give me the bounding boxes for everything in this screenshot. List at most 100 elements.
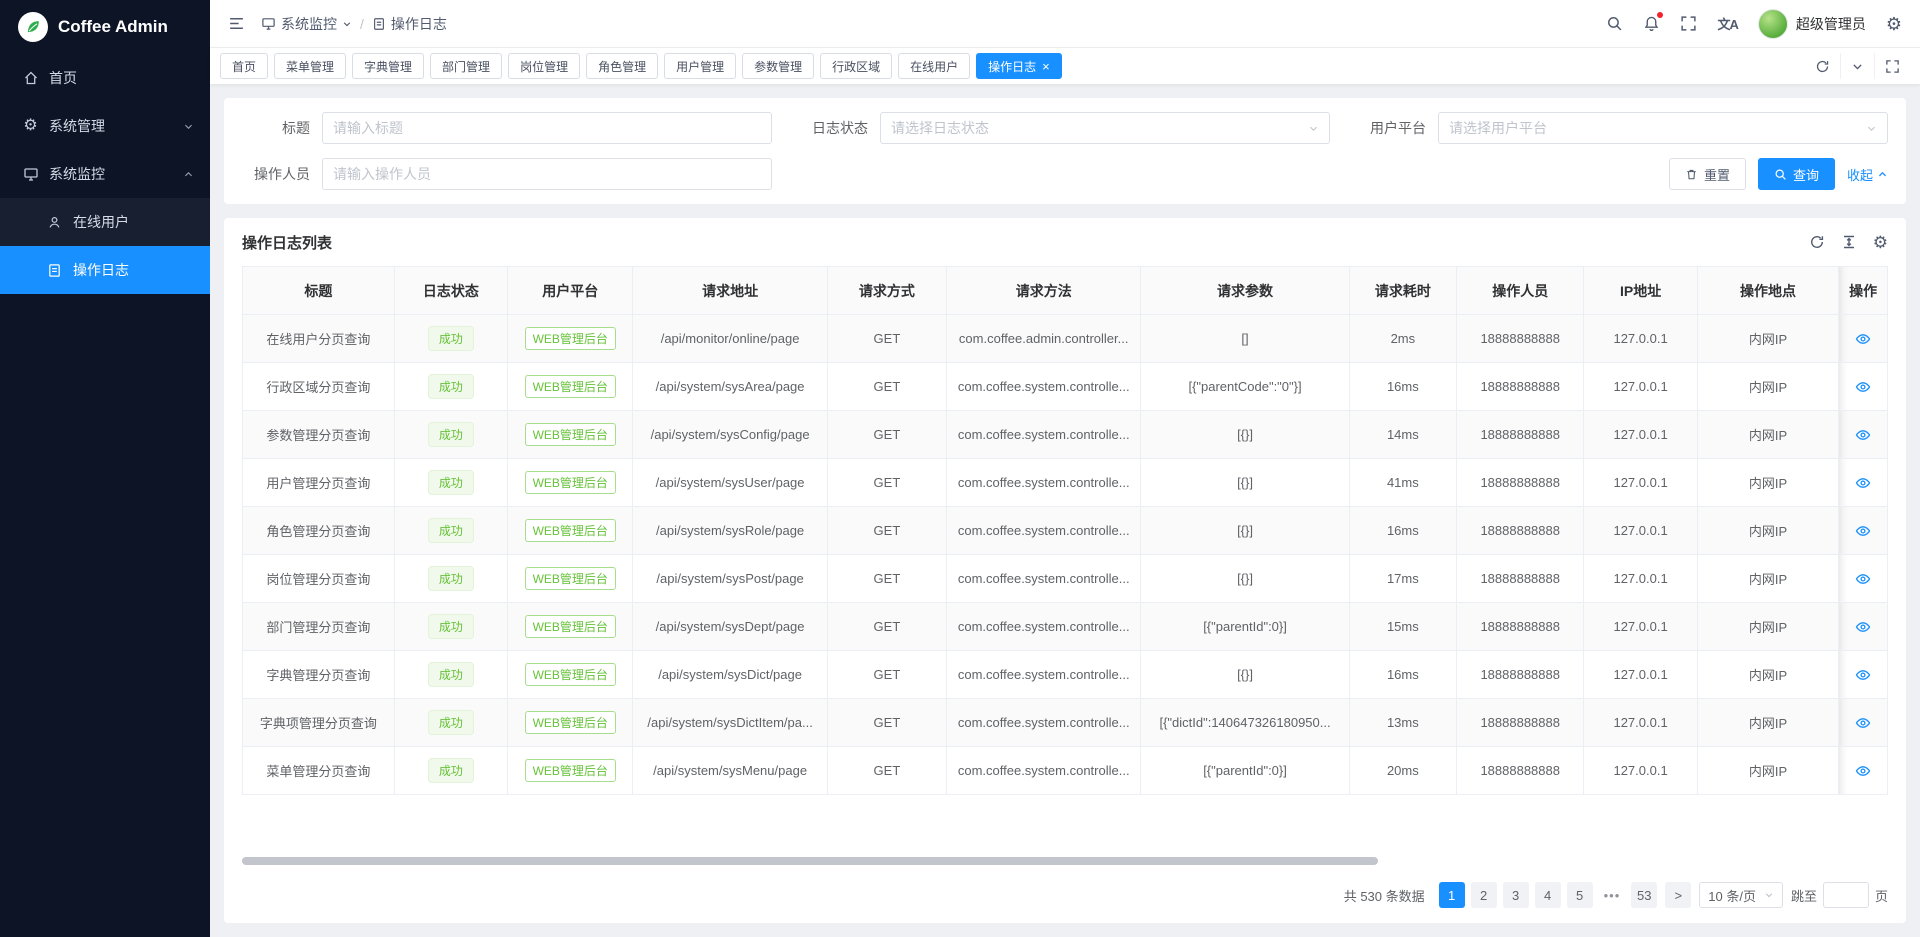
column-header[interactable]: 请求方式	[827, 267, 946, 315]
page-button[interactable]: •••	[1599, 882, 1626, 908]
cell-title: 行政区域分页查询	[243, 363, 395, 411]
operation-log-table: 标题日志状态用户平台请求地址请求方式请求方法请求参数请求耗时操作人员IP地址操作…	[242, 266, 1888, 795]
cell-status: 成功	[394, 507, 507, 555]
user-menu[interactable]: 超级管理员	[1758, 9, 1866, 39]
tab[interactable]: 在线用户 ×	[898, 53, 970, 79]
cell-title: 参数管理分页查询	[243, 411, 395, 459]
sidebar-item-system-management[interactable]: ⚙ 系统管理	[0, 102, 210, 150]
view-detail-eye-icon[interactable]	[1855, 427, 1871, 443]
column-header[interactable]: 请求参数	[1141, 267, 1349, 315]
table-refresh-icon[interactable]	[1809, 234, 1825, 250]
cell-request-function: com.coffee.system.controlle...	[947, 507, 1141, 555]
tab-label: 操作日志	[988, 58, 1036, 75]
search-icon[interactable]	[1606, 15, 1623, 32]
page-button[interactable]: 53	[1631, 882, 1657, 908]
page-button[interactable]: 4	[1535, 882, 1561, 908]
tab[interactable]: 菜单管理 ×	[274, 53, 346, 79]
sidebar-item-label: 首页	[49, 68, 77, 88]
platform-badge: WEB管理后台	[525, 423, 616, 446]
cell-platform: WEB管理后台	[508, 459, 633, 507]
next-page-button[interactable]: >	[1665, 882, 1691, 908]
reset-button[interactable]: 重置	[1669, 158, 1746, 190]
cell-request-url: /api/system/sysDictItem/pa...	[633, 699, 827, 747]
tab-options-chevron-icon[interactable]	[1840, 53, 1874, 79]
view-detail-eye-icon[interactable]	[1855, 619, 1871, 635]
view-detail-eye-icon[interactable]	[1855, 331, 1871, 347]
content-fullscreen-icon[interactable]	[1874, 53, 1910, 79]
cell-request-method: GET	[827, 555, 946, 603]
cell-operator: 18888888888	[1456, 507, 1583, 555]
breadcrumb-operation-log[interactable]: 操作日志	[372, 14, 447, 34]
tab[interactable]: 参数管理 ×	[742, 53, 814, 79]
tab[interactable]: 字典管理 ×	[352, 53, 424, 79]
view-detail-eye-icon[interactable]	[1855, 523, 1871, 539]
chevron-down-icon	[342, 19, 352, 29]
page-button[interactable]: 1	[1439, 882, 1465, 908]
cell-ip: 127.0.0.1	[1584, 507, 1697, 555]
page-size-select[interactable]: 10 条/页	[1699, 882, 1783, 908]
refresh-icon[interactable]	[1805, 53, 1840, 79]
translate-icon[interactable]: 文A	[1717, 14, 1737, 33]
tab[interactable]: 操作日志 ×	[976, 53, 1062, 79]
sidebar-collapse-icon[interactable]	[228, 15, 245, 32]
sidebar-submenu-system-monitor: 在线用户 操作日志	[0, 198, 210, 294]
collapse-filters-link[interactable]: 收起	[1847, 165, 1888, 184]
cell-actions	[1839, 507, 1888, 555]
column-header[interactable]: 请求方法	[947, 267, 1141, 315]
breadcrumb-label: 系统监控	[281, 14, 337, 34]
horizontal-scrollbar-thumb[interactable]	[242, 857, 1378, 865]
page-button[interactable]: 5	[1567, 882, 1593, 908]
view-detail-eye-icon[interactable]	[1855, 475, 1871, 491]
tab[interactable]: 角色管理 ×	[586, 53, 658, 79]
table-settings-gear-icon[interactable]: ⚙	[1873, 234, 1888, 251]
view-detail-eye-icon[interactable]	[1855, 715, 1871, 731]
page-button[interactable]: 3	[1503, 882, 1529, 908]
sidebar-item-system-monitor[interactable]: 系统监控	[0, 150, 210, 198]
tab[interactable]: 部门管理 ×	[430, 53, 502, 79]
sidebar-item-online-users[interactable]: 在线用户	[0, 198, 210, 246]
cell-title: 字典管理分页查询	[243, 651, 395, 699]
table-head: 标题日志状态用户平台请求地址请求方式请求方法请求参数请求耗时操作人员IP地址操作…	[243, 267, 1888, 315]
fullscreen-icon[interactable]	[1680, 15, 1697, 32]
search-button[interactable]: 查询	[1758, 158, 1835, 190]
column-height-icon[interactable]	[1841, 234, 1857, 250]
column-header[interactable]: 用户平台	[508, 267, 633, 315]
document-icon	[46, 263, 63, 278]
tab[interactable]: 岗位管理 ×	[508, 53, 580, 79]
cell-location: 内网IP	[1697, 411, 1839, 459]
column-header[interactable]: 标题	[243, 267, 395, 315]
sidebar-item-home[interactable]: 首页	[0, 54, 210, 102]
notification-bell-icon[interactable]	[1643, 15, 1660, 32]
operator-input[interactable]	[322, 158, 772, 190]
cell-status: 成功	[394, 651, 507, 699]
app-logo[interactable]: Coffee Admin	[0, 0, 210, 54]
column-header[interactable]: 操作人员	[1456, 267, 1583, 315]
cell-title: 部门管理分页查询	[243, 603, 395, 651]
column-header[interactable]: 操作地点	[1697, 267, 1839, 315]
view-detail-eye-icon[interactable]	[1855, 763, 1871, 779]
platform-badge: WEB管理后台	[525, 327, 616, 350]
user-platform-select[interactable]: 请选择用户平台	[1438, 112, 1888, 144]
view-detail-eye-icon[interactable]	[1855, 379, 1871, 395]
tab[interactable]: 行政区域 ×	[820, 53, 892, 79]
sidebar-item-operation-log[interactable]: 操作日志	[0, 246, 210, 294]
page-button[interactable]: 2	[1471, 882, 1497, 908]
breadcrumb-system-monitor[interactable]: 系统监控	[261, 14, 352, 34]
column-header[interactable]: 日志状态	[394, 267, 507, 315]
column-header[interactable]: 请求地址	[633, 267, 827, 315]
tab[interactable]: 用户管理 ×	[664, 53, 736, 79]
cell-platform: WEB管理后台	[508, 699, 633, 747]
title-input[interactable]	[322, 112, 772, 144]
column-header[interactable]: 请求耗时	[1349, 267, 1456, 315]
settings-gear-icon[interactable]: ⚙	[1886, 15, 1902, 33]
tab-close-icon[interactable]: ×	[1042, 60, 1050, 73]
view-detail-eye-icon[interactable]	[1855, 667, 1871, 683]
column-header[interactable]: 操作	[1839, 267, 1888, 315]
trash-icon	[1685, 168, 1698, 181]
jump-page-input[interactable]	[1823, 882, 1869, 908]
column-header[interactable]: IP地址	[1584, 267, 1697, 315]
avatar[interactable]	[1758, 9, 1788, 39]
tab[interactable]: 首页 ×	[220, 53, 268, 79]
view-detail-eye-icon[interactable]	[1855, 571, 1871, 587]
log-status-select[interactable]: 请选择日志状态	[880, 112, 1330, 144]
